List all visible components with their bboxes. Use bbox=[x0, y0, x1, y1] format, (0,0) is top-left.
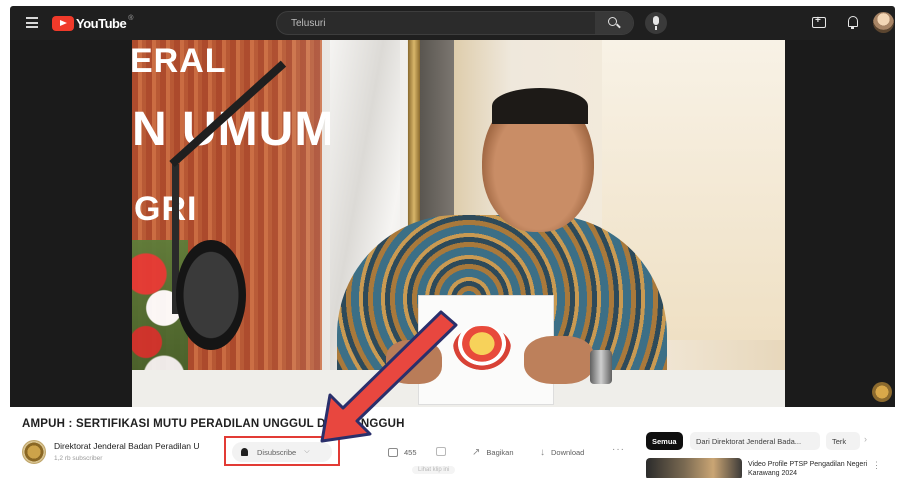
subscriber-count: 1,2 rb subscriber bbox=[54, 455, 103, 462]
share-label: Bagikan bbox=[486, 447, 514, 457]
mic-icon bbox=[653, 16, 659, 25]
wall-text-line-1: ERAL bbox=[132, 42, 227, 80]
recommendation-thumbnail[interactable] bbox=[646, 458, 742, 478]
channel-watermark-icon[interactable] bbox=[872, 382, 892, 402]
more-actions-button[interactable]: ··· bbox=[612, 444, 625, 455]
chevron-right-icon[interactable]: › bbox=[864, 434, 867, 444]
thumb-down-icon[interactable] bbox=[436, 447, 446, 456]
top-bar: YouTube ® bbox=[10, 6, 895, 40]
clip-label[interactable]: Lihat klip ini bbox=[412, 466, 456, 474]
wall-text-line-3: GRI bbox=[134, 190, 198, 228]
channel-avatar[interactable] bbox=[22, 440, 46, 464]
chip-related[interactable]: Terk bbox=[826, 432, 860, 450]
logo-registered-mark: ® bbox=[128, 14, 134, 22]
create-icon[interactable] bbox=[812, 15, 826, 28]
emblem-icon bbox=[453, 326, 511, 370]
video-player[interactable]: ERAL N UMUM GRI bbox=[10, 40, 895, 407]
like-button[interactable]: 455 bbox=[388, 444, 417, 460]
speaker-left-hand bbox=[386, 340, 442, 384]
pop-filter bbox=[176, 240, 246, 350]
recommendation-title[interactable]: Video Profile PTSP Pengadilan Negeri Kar… bbox=[748, 460, 870, 478]
bell-icon[interactable] bbox=[848, 16, 858, 29]
wristwatch bbox=[590, 350, 612, 384]
player-pillarbox-right bbox=[785, 40, 895, 407]
speaker-hair bbox=[492, 88, 588, 124]
logo-text: YouTube bbox=[76, 15, 127, 31]
chip-all[interactable]: Semua bbox=[646, 432, 683, 450]
search-button[interactable] bbox=[595, 12, 633, 34]
voice-search-button[interactable] bbox=[645, 12, 667, 34]
thumb-up-icon bbox=[388, 447, 398, 457]
chip-from-channel[interactable]: Dari Direktorat Jenderal Bada... bbox=[690, 432, 820, 450]
search-icon bbox=[608, 17, 617, 26]
player-pillarbox-left bbox=[10, 40, 132, 407]
share-button[interactable]: ↗ Bagikan bbox=[472, 444, 514, 460]
menu-icon[interactable] bbox=[26, 17, 38, 28]
recommendation-more-icon[interactable]: ⋮ bbox=[872, 460, 881, 471]
speaker-right-hand bbox=[524, 336, 594, 384]
youtube-play-icon bbox=[52, 15, 74, 31]
share-icon: ↗ bbox=[472, 446, 481, 458]
video-frame[interactable]: ERAL N UMUM GRI bbox=[132, 40, 786, 407]
video-title: AMPUH : SERTIFIKASI MUTU PERADILAN UNGGU… bbox=[22, 418, 405, 430]
search-box bbox=[276, 11, 634, 35]
download-button[interactable]: ↓ Download bbox=[540, 444, 584, 460]
like-count: 455 bbox=[404, 447, 417, 457]
download-icon: ↓ bbox=[540, 446, 545, 458]
mic-icon-stem bbox=[655, 26, 657, 30]
account-avatar[interactable] bbox=[873, 12, 894, 33]
channel-name[interactable]: Direktorat Jenderal Badan Peradilan U bbox=[54, 441, 219, 451]
youtube-logo[interactable]: YouTube ® bbox=[52, 15, 133, 31]
download-label: Download bbox=[551, 447, 585, 457]
search-input[interactable] bbox=[277, 12, 595, 34]
red-highlight-box bbox=[224, 436, 340, 466]
